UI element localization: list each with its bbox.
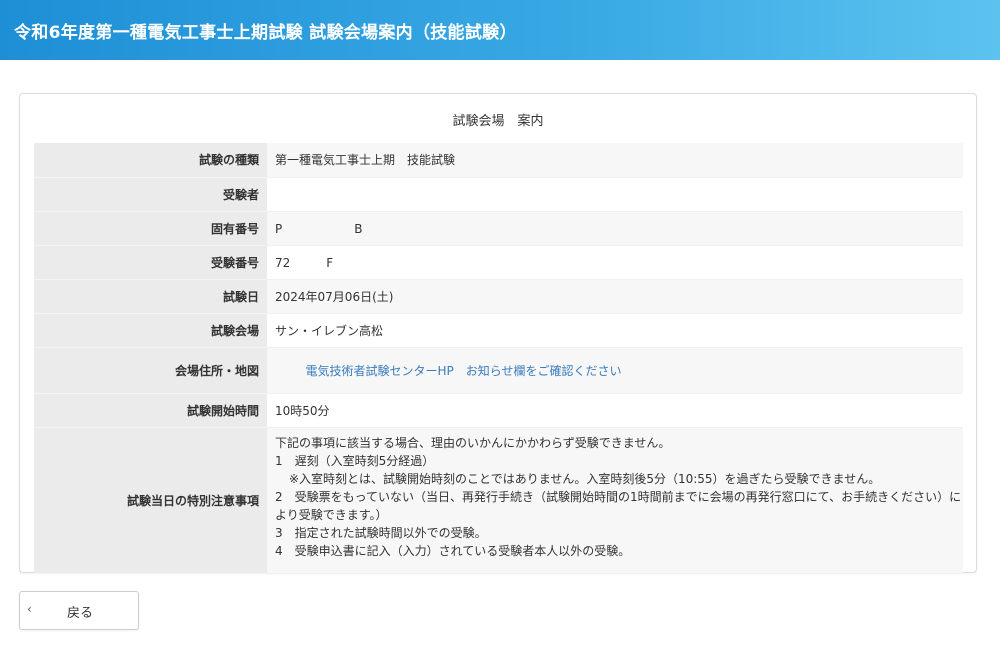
table-row: 受験者 bbox=[34, 177, 963, 212]
row-value-examinee bbox=[267, 177, 963, 212]
table-row: 試験当日の特別注意事項 下記の事項に該当する場合、理由のいかんにかかわらず受験で… bbox=[34, 427, 963, 574]
page-header: 令和6年度第一種電気工事士上期試験 試験会場案内（技能試験） bbox=[0, 0, 1000, 60]
venue-info-link[interactable]: 電気技術者試験センターHP お知らせ欄をご確認ください bbox=[306, 364, 622, 378]
card-title: 試験会場 案内 bbox=[452, 114, 544, 129]
table-row: 試験の種類 第一種電気工事士上期 技能試験 bbox=[34, 143, 963, 178]
table-row: 受験番号 72 F bbox=[34, 245, 963, 280]
table-row: 試験会場 サン・イレブン高松 bbox=[34, 313, 963, 348]
row-value-exam-type: 第一種電気工事士上期 技能試験 bbox=[267, 143, 963, 178]
row-value-venue-address-map: 電気技術者試験センターHP お知らせ欄をご確認ください bbox=[267, 347, 963, 394]
row-label-venue-address-map: 会場住所・地図 bbox=[34, 347, 267, 394]
notes-item-1: 1 遅刻（入室時刻5分経過） bbox=[275, 453, 435, 468]
row-value-start-time: 10時50分 bbox=[267, 393, 963, 428]
notes-item-2: 2 受験票をもっていない（当日、再発行手続き（試験開始時間の1時間前までに会場の… bbox=[275, 489, 962, 522]
venue-info-card: 試験会場 案内 試験の種類 第一種電気工事士上期 技能試験 受験者 固有番号 P… bbox=[19, 93, 977, 574]
row-value-unique-number: P B bbox=[267, 211, 963, 246]
page-title: 令和6年度第一種電気工事士上期試験 試験会場案内（技能試験） bbox=[14, 23, 517, 43]
row-label-exam-number: 受験番号 bbox=[34, 245, 267, 280]
row-label-start-time: 試験開始時間 bbox=[34, 393, 267, 428]
notes-item-1-remark: ※入室時刻とは、試験開始時刻のことではありません。入室時刻後5分（10:55）を… bbox=[289, 471, 881, 486]
row-label-exam-date: 試験日 bbox=[34, 279, 267, 314]
row-value-exam-number: 72 F bbox=[267, 245, 963, 280]
table-row: 試験日 2024年07月06日(土) bbox=[34, 279, 963, 314]
row-value-exam-venue: サン・イレブン高松 bbox=[267, 313, 963, 348]
row-value-exam-date: 2024年07月06日(土) bbox=[267, 279, 963, 314]
row-label-special-notes: 試験当日の特別注意事項 bbox=[34, 427, 267, 574]
notes-item-4: 4 受験申込書に記入（入力）されている受験者本人以外の受験。 bbox=[275, 543, 631, 558]
venue-info-table: 試験の種類 第一種電気工事士上期 技能試験 受験者 固有番号 P B 受験番号 … bbox=[34, 143, 963, 574]
notes-intro: 下記の事項に該当する場合、理由のいかんにかかわらず受験できません。 bbox=[275, 435, 671, 450]
table-row: 試験開始時間 10時50分 bbox=[34, 393, 963, 428]
row-value-special-notes: 下記の事項に該当する場合、理由のいかんにかかわらず受験できません。 1 遅刻（入… bbox=[267, 427, 963, 574]
notes-item-3: 3 指定された試験時間以外での受験。 bbox=[275, 525, 487, 540]
table-row: 固有番号 P B bbox=[34, 211, 963, 246]
back-button-label: 戻る bbox=[66, 606, 93, 621]
back-button[interactable]: ‹ 戻る bbox=[19, 591, 139, 630]
row-label-unique-number: 固有番号 bbox=[34, 211, 267, 246]
row-label-exam-type: 試験の種類 bbox=[34, 143, 267, 178]
row-label-examinee: 受験者 bbox=[34, 177, 267, 212]
table-row: 会場住所・地図 電気技術者試験センターHP お知らせ欄をご確認ください bbox=[34, 347, 963, 394]
row-label-exam-venue: 試験会場 bbox=[34, 313, 267, 348]
